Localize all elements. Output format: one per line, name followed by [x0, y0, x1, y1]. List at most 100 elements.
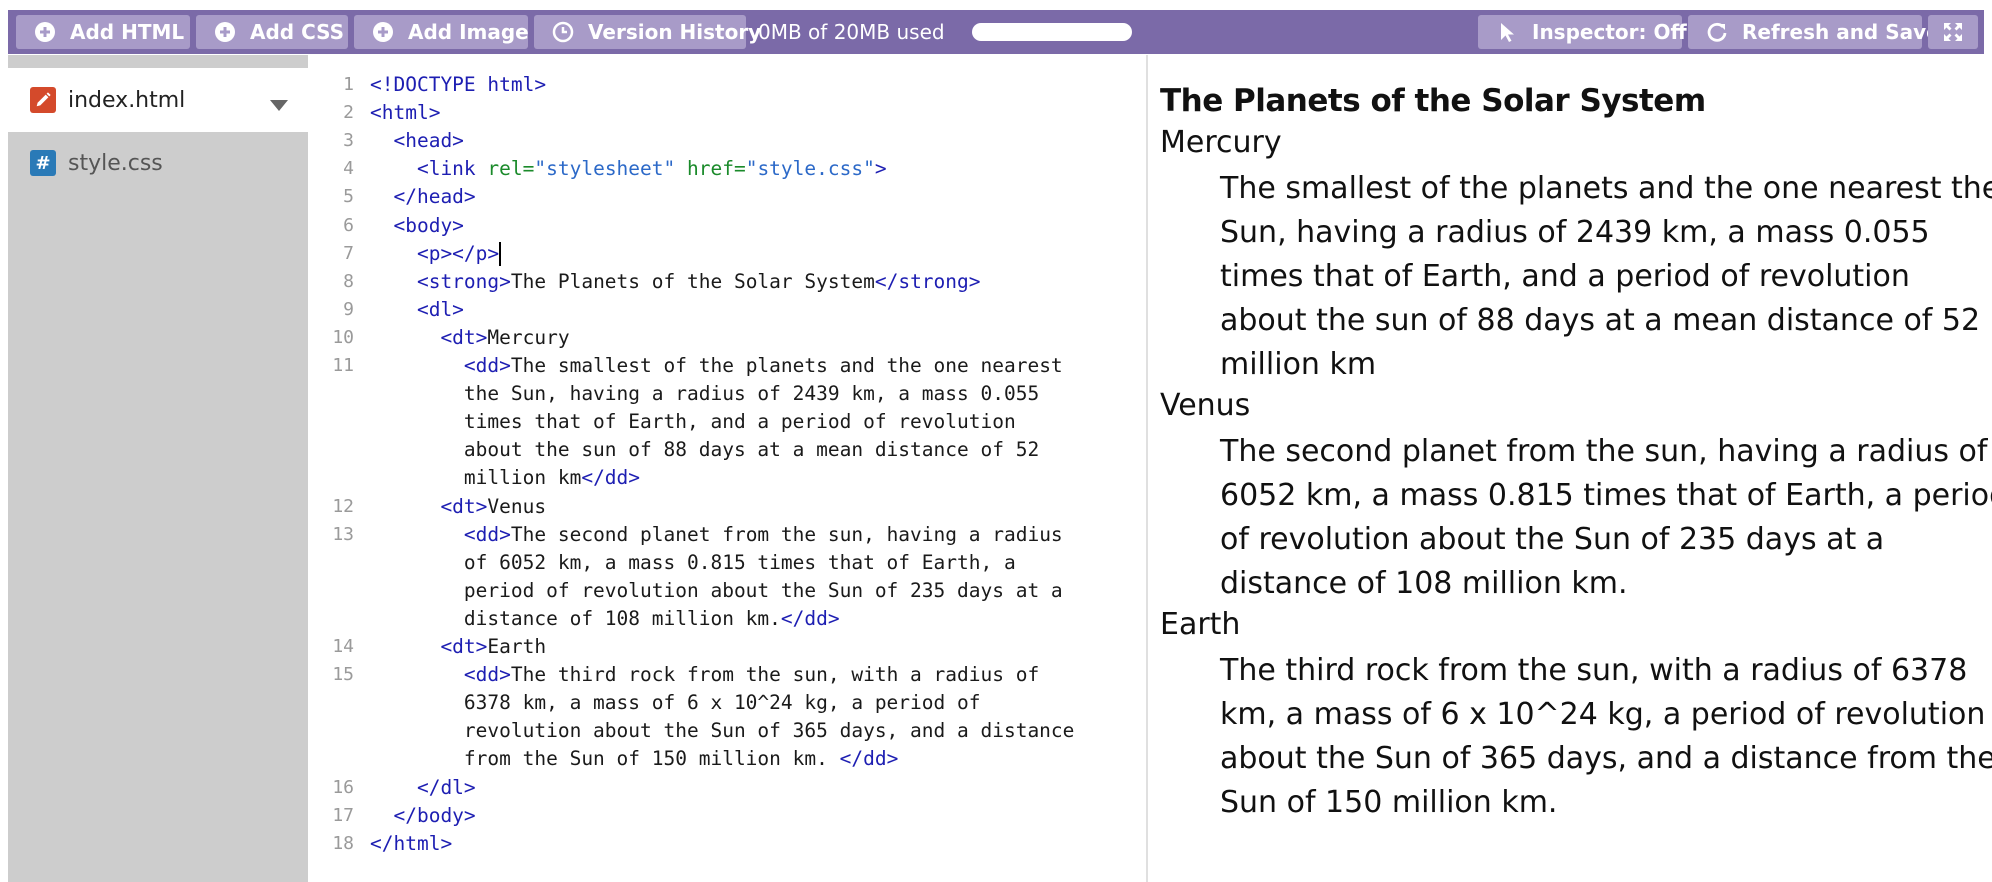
- code-text: <p></p>: [370, 240, 502, 268]
- preview-definition: The third rock from the sun, with a radi…: [1220, 649, 1992, 825]
- refresh-save-button[interactable]: Refresh and Save: [1688, 15, 1940, 49]
- preview-definition-line: The second planet from the sun, having a…: [1220, 434, 1988, 469]
- code-token: The third rock from the sun, with a radi…: [510, 663, 1040, 687]
- preview-definition-line: Sun, having a radius of 2439 km, a mass …: [1220, 215, 1930, 250]
- code-token: Venus: [487, 494, 547, 518]
- code-line[interactable]: distance of 108 million km.</dd>: [308, 605, 1146, 633]
- code-line[interactable]: 15 <dd>The third rock from the sun, with…: [308, 661, 1146, 689]
- code-line[interactable]: of 6052 km, a mass 0.815 times that of E…: [308, 549, 1146, 577]
- add-html-button[interactable]: Add HTML: [16, 15, 190, 49]
- chevron-down-icon[interactable]: [270, 93, 288, 111]
- code-line[interactable]: 13 <dd>The second planet from the sun, h…: [308, 521, 1146, 549]
- code-line[interactable]: 12 <dt>Venus: [308, 493, 1146, 521]
- code-line[interactable]: 14 <dt>Earth: [308, 633, 1146, 661]
- line-number: 3: [343, 130, 354, 152]
- code-line[interactable]: 11 <dd>The smallest of the planets and t…: [308, 352, 1146, 380]
- code-text: revolution about the Sun of 365 days, an…: [370, 717, 1075, 745]
- preview-term: Earth: [1160, 606, 1241, 642]
- code-text: <dt>Venus: [370, 493, 546, 521]
- line-number: 2: [343, 102, 354, 124]
- inspector-toggle-button[interactable]: Inspector: Off: [1478, 15, 1687, 49]
- code-line[interactable]: 1 <!DOCTYPE html>: [308, 71, 1146, 99]
- code-text: <head>: [370, 127, 463, 155]
- line-number: 1: [343, 74, 354, 95]
- preview-definition-line: 6052 km, a mass 0.815 times that of Eart…: [1220, 478, 1992, 513]
- code-text: the Sun, having a radius of 2439 km, a m…: [370, 380, 1039, 408]
- code-line[interactable]: 3 <head>: [308, 127, 1146, 155]
- line-number: 5: [343, 186, 354, 208]
- file-sidebar: index.html # style.css: [8, 55, 308, 882]
- code-line[interactable]: from the Sun of 150 million km. </dd>: [308, 745, 1146, 773]
- code-line[interactable]: period of revolution about the Sun of 23…: [308, 577, 1146, 605]
- code-line[interactable]: revolution about the Sun of 365 days, an…: [308, 717, 1146, 745]
- code-line[interactable]: 4 <link rel="stylesheet" href="style.css…: [308, 155, 1146, 183]
- code-token: <dd>: [370, 663, 511, 687]
- code-token: href=: [687, 157, 746, 181]
- code-line[interactable]: times that of Earth, and a period of rev…: [308, 408, 1146, 436]
- line-number: 16: [332, 776, 354, 798]
- code-text: <!DOCTYPE html>: [370, 71, 546, 99]
- code-line[interactable]: 9 <dl>: [308, 296, 1146, 324]
- code-token: </strong>: [874, 269, 981, 293]
- code-token: The smallest of the planets and the one …: [510, 354, 1063, 377]
- code-line[interactable]: million km</dd>: [308, 464, 1146, 492]
- code-line[interactable]: about the sun of 88 days at a mean dista…: [308, 436, 1146, 464]
- preview-definition: The smallest of the planets and the one …: [1220, 167, 1992, 387]
- code-line[interactable]: 2 <html>: [308, 99, 1146, 127]
- code-token: <body>: [370, 213, 464, 237]
- live-preview: The Planets of the Solar System Mercury T…: [1148, 55, 1992, 882]
- code-text: <dt>Mercury: [370, 324, 570, 352]
- line-number: 9: [343, 298, 354, 320]
- add-image-button[interactable]: Add Image: [354, 15, 529, 49]
- code-token: <p></p>: [370, 241, 500, 265]
- code-text: </head>: [370, 183, 475, 211]
- code-text: distance of 108 million km.</dd>: [370, 605, 840, 633]
- file-item-style-css[interactable]: # style.css: [8, 135, 308, 191]
- code-line[interactable]: 18 </html>: [308, 830, 1146, 858]
- code-line[interactable]: 10 <dt>Mercury: [308, 324, 1146, 352]
- code-token: <strong>: [370, 269, 511, 293]
- expand-icon: [1941, 20, 1965, 44]
- code-token: <dl>: [370, 297, 464, 321]
- code-editor[interactable]: 1 <!DOCTYPE html> 2 <html> 3 <head> 4 <link r…: [308, 55, 1146, 882]
- line-number: 4: [343, 158, 354, 180]
- preview-definition-line: about the sun of 88 days at a mean dista…: [1220, 303, 1981, 338]
- code-token: Mercury: [487, 325, 570, 349]
- line-number: 12: [332, 495, 354, 517]
- code-line[interactable]: 16 </dl>: [308, 774, 1146, 802]
- code-token: revolution about the Sun of 365 days, an…: [370, 719, 1075, 743]
- code-token: about the sun of 88 days at a mean dista…: [370, 438, 1040, 462]
- code-line[interactable]: 5 </head>: [308, 183, 1146, 211]
- line-number: 11: [332, 355, 354, 376]
- code-token: >: [874, 157, 887, 181]
- file-item-index-html[interactable]: index.html: [8, 68, 308, 132]
- clock-icon: [552, 21, 574, 43]
- code-line[interactable]: the Sun, having a radius of 2439 km, a m…: [308, 380, 1146, 408]
- text-cursor: [499, 242, 502, 267]
- plus-circle-icon: [372, 21, 394, 43]
- code-token: </dd>: [581, 466, 641, 490]
- code-token: from the Sun of 150 million km.: [370, 747, 840, 771]
- code-token: "style.css": [745, 157, 875, 181]
- code-token: <dd>: [370, 522, 511, 546]
- preview-definition-line: million km: [1220, 347, 1377, 382]
- version-history-button[interactable]: Version History: [534, 15, 761, 49]
- code-line[interactable]: 17 </body>: [308, 802, 1146, 830]
- code-line[interactable]: 7 <p></p>: [308, 240, 1146, 268]
- code-line[interactable]: 6378 km, a mass of 6 x 10^24 kg, a perio…: [308, 689, 1146, 717]
- top-toolbar: Add HTML Add CSS Add Image Version Histo…: [8, 10, 1984, 54]
- code-token: period of revolution about the Sun of 23…: [370, 578, 1063, 602]
- code-text: of 6052 km, a mass 0.815 times that of E…: [370, 549, 1016, 577]
- add-css-button[interactable]: Add CSS: [196, 15, 348, 49]
- file-name: index.html: [68, 87, 186, 113]
- line-number: 15: [332, 664, 354, 686]
- version-history-label: Version History: [588, 20, 762, 44]
- code-token: distance of 108 million km.: [370, 606, 781, 630]
- code-text: </dl>: [370, 774, 476, 802]
- code-line[interactable]: 6 <body>: [308, 212, 1146, 240]
- code-line[interactable]: 8 <strong>The Planets of the Solar Syste…: [308, 268, 1146, 296]
- fullscreen-button[interactable]: [1928, 15, 1978, 49]
- code-token: <dd>: [370, 354, 511, 377]
- refresh-save-label: Refresh and Save: [1742, 20, 1940, 44]
- code-text: from the Sun of 150 million km. </dd>: [370, 745, 898, 773]
